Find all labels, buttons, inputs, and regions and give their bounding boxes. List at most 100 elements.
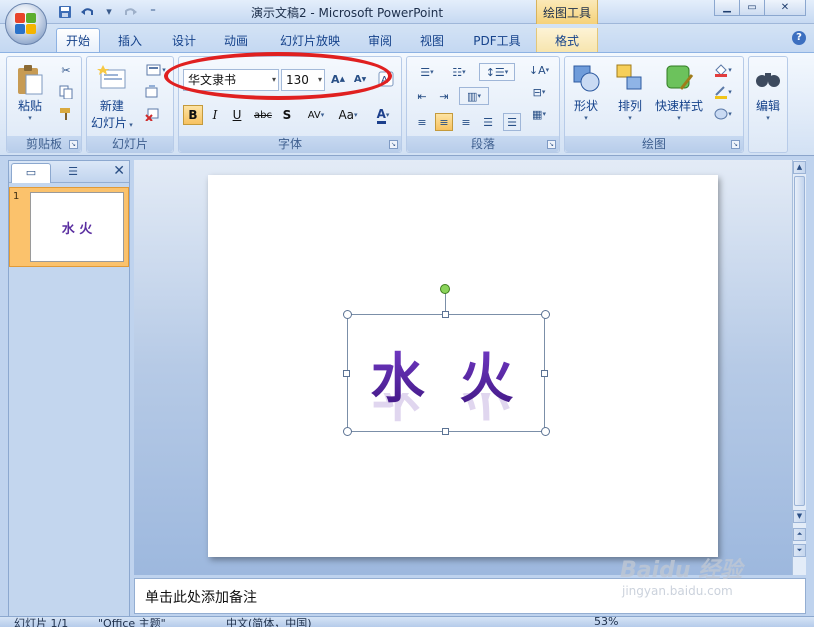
layout-icon[interactable]: ▾	[143, 61, 169, 79]
tab-view[interactable]: 视图	[410, 28, 454, 52]
paragraph-launcher-icon[interactable]: ↘	[547, 140, 556, 149]
rotation-handle[interactable]	[440, 284, 450, 294]
zoom-level[interactable]: 53%	[594, 617, 618, 627]
scroll-thumb[interactable]	[794, 176, 805, 506]
new-slide-button[interactable]: 新建 幻灯片 ▾	[91, 63, 133, 131]
line-spacing-icon[interactable]: ↕☰ ▾	[479, 63, 515, 81]
editing-button[interactable]: 编辑 ▾	[753, 63, 783, 122]
paste-button[interactable]: 粘贴 ▾	[15, 63, 45, 122]
previous-slide-icon[interactable]: ⏶	[793, 528, 806, 541]
slide-thumbnail-item[interactable]: 1 水 火	[9, 187, 129, 267]
close-pane-icon[interactable]: ✕	[113, 163, 125, 179]
slides-group-label: 幻灯片	[87, 136, 173, 152]
text-shadow-button[interactable]: S	[277, 105, 297, 125]
new-slide-dropdown-icon[interactable]: ▾	[127, 121, 133, 129]
change-case-button[interactable]: Aa ▾	[333, 105, 363, 125]
copy-icon[interactable]	[57, 83, 75, 101]
resize-handle-bottom[interactable]	[442, 428, 449, 435]
shape-outline-icon[interactable]: ▾	[709, 83, 737, 101]
underline-button[interactable]: U	[227, 105, 247, 125]
font-name-combo[interactable]: 华文隶书 ▾	[183, 69, 279, 91]
help-icon[interactable]: ?	[792, 31, 806, 45]
quick-styles-button[interactable]: 快速样式 ▾	[655, 63, 703, 122]
distributed-icon[interactable]: ☰	[503, 113, 521, 131]
font-color-button[interactable]: A ▾	[367, 105, 399, 125]
maximize-icon[interactable]: ▭	[739, 0, 765, 16]
clear-formatting-icon[interactable]: A	[377, 70, 395, 88]
clipboard-group: 粘贴 ▾ ✂ 剪贴板 ↘	[6, 56, 82, 153]
tab-design[interactable]: 设计	[162, 28, 206, 52]
font-size-combo[interactable]: 130 ▾	[281, 69, 325, 91]
cut-icon[interactable]: ✂	[57, 61, 75, 79]
smartart-icon[interactable]: ▦ ▾	[527, 105, 551, 123]
resize-handle-bottom-right[interactable]	[541, 427, 550, 436]
increase-indent-icon[interactable]: ⇥	[435, 87, 453, 105]
slide-canvas[interactable]: 水 火 水 火	[208, 175, 718, 557]
tab-home[interactable]: 开始	[56, 28, 100, 52]
font-size-value: 130	[286, 73, 309, 87]
title-bar: ▾ ⁼ 演示文稿2 - Microsoft PowerPoint 绘图工具 ▁ …	[0, 0, 814, 24]
vertical-scrollbar[interactable]: ▲ ▼ ⏶ ⏷	[792, 160, 806, 575]
format-painter-icon[interactable]	[57, 105, 75, 123]
clipboard-launcher-icon[interactable]: ↘	[69, 140, 78, 149]
arrange-button[interactable]: 排列 ▾	[615, 63, 645, 122]
resize-handle-bottom-left[interactable]	[343, 427, 352, 436]
paste-dropdown-icon[interactable]: ▾	[28, 114, 32, 122]
align-text-icon[interactable]: ⊟ ▾	[527, 83, 551, 101]
next-slide-icon[interactable]: ⏷	[793, 544, 806, 557]
scroll-down-icon[interactable]: ▼	[793, 510, 806, 523]
resize-handle-top[interactable]	[442, 311, 449, 318]
bold-button[interactable]: B	[183, 105, 203, 125]
grow-font-icon[interactable]: A ▲	[329, 70, 347, 88]
ribbon-tabs: 开始 插入 设计 动画 幻灯片放映 审阅 视图 PDF工具 格式 ?	[0, 24, 814, 52]
align-right-icon[interactable]: ≡	[457, 113, 475, 131]
tab-slideshow[interactable]: 幻灯片放映	[270, 28, 350, 52]
bullets-icon[interactable]: ☰ ▾	[413, 63, 441, 81]
tab-slides-thumbnails[interactable]: ▭	[11, 163, 51, 183]
numbering-icon[interactable]: ☷ ▾	[445, 63, 473, 81]
resize-handle-top-right[interactable]	[541, 310, 550, 319]
italic-button[interactable]: I	[205, 105, 225, 125]
close-icon[interactable]: ✕	[764, 0, 806, 16]
text-direction-icon[interactable]: ↓A ▾	[527, 61, 551, 79]
theme-name: "Office 主题"	[98, 617, 166, 627]
tab-animation[interactable]: 动画	[214, 28, 258, 52]
justify-icon[interactable]: ☰	[479, 113, 497, 131]
shapes-button[interactable]: 形状 ▾	[571, 63, 601, 122]
resize-handle-left[interactable]	[343, 370, 350, 377]
drawing-launcher-icon[interactable]: ↘	[731, 140, 740, 149]
font-size-dropdown-icon[interactable]: ▾	[318, 70, 322, 90]
minimize-icon[interactable]: ▁	[714, 0, 740, 16]
decrease-indent-icon[interactable]: ⇤	[413, 87, 431, 105]
tab-review[interactable]: 审阅	[358, 28, 402, 52]
font-name-value: 华文隶书	[188, 73, 237, 87]
shrink-font-icon[interactable]: A ▼	[351, 70, 369, 88]
align-left-icon[interactable]: ≡	[413, 113, 431, 131]
office-button[interactable]	[5, 3, 47, 45]
font-launcher-icon[interactable]: ↘	[389, 140, 398, 149]
delete-slide-icon[interactable]	[143, 105, 161, 123]
notes-pane[interactable]: 单击此处添加备注	[134, 578, 806, 614]
scroll-up-icon[interactable]: ▲	[793, 161, 806, 174]
binoculars-icon	[756, 73, 780, 87]
strikethrough-button[interactable]: abc	[251, 105, 275, 125]
tab-outline[interactable]: ☰	[53, 163, 93, 183]
font-name-dropdown-icon[interactable]: ▾	[272, 70, 276, 90]
ribbon: 粘贴 ▾ ✂ 剪贴板 ↘ 新建 幻灯片 ▾ ▾ 幻灯片 华文隶书 ▾ 130 ▾…	[0, 52, 814, 156]
shape-effects-icon[interactable]: ▾	[709, 105, 737, 123]
arrange-label: 排列	[617, 99, 642, 113]
slide-thumbnail: 水 火	[30, 192, 124, 262]
tab-format[interactable]: 格式	[536, 28, 598, 52]
font-group: 华文隶书 ▾ 130 ▾ A ▲ A ▼ A B I U abc S AV ▾ Aa ▾…	[178, 56, 402, 153]
character-spacing-button[interactable]: AV ▾	[301, 105, 331, 125]
shape-fill-icon[interactable]: ▾	[709, 61, 737, 79]
tab-insert[interactable]: 插入	[108, 28, 152, 52]
resize-handle-right[interactable]	[541, 370, 548, 377]
reset-slide-icon[interactable]	[143, 83, 161, 101]
language-status: 中文(简体，中国)	[226, 617, 312, 627]
columns-icon[interactable]: ▥ ▾	[459, 87, 489, 105]
align-center-icon[interactable]: ≡	[435, 113, 453, 131]
tab-pdf-tools[interactable]: PDF工具	[462, 28, 532, 52]
resize-handle-top-left[interactable]	[343, 310, 352, 319]
svg-text:A: A	[381, 75, 388, 86]
